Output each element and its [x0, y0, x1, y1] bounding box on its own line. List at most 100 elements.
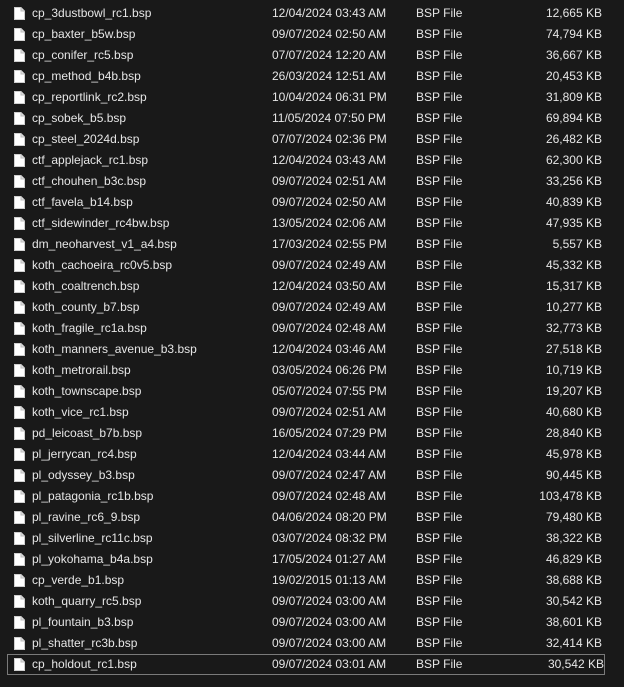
document-file-icon — [14, 7, 25, 20]
file-size: 30,542 KB — [545, 594, 602, 608]
file-size: 74,794 KB — [545, 27, 602, 41]
document-file-icon — [14, 70, 25, 83]
file-size: 40,680 KB — [545, 405, 602, 419]
file-type: BSP File — [416, 489, 463, 503]
file-type: BSP File — [416, 531, 463, 545]
document-file-icon — [14, 385, 25, 398]
file-row[interactable]: dm_neoharvest_v1_a4.bsp 17/03/2024 02:55… — [0, 234, 624, 255]
file-row[interactable]: cp_reportlink_rc2.bsp 10/04/2024 06:31 P… — [0, 87, 624, 108]
file-row[interactable]: cp_baxter_b5w.bsp 09/07/2024 02:50 AM BS… — [0, 24, 624, 45]
file-date-modified: 09/07/2024 02:51 AM — [272, 174, 387, 188]
file-type: BSP File — [416, 594, 463, 608]
file-name: pd_leicoast_b7b.bsp — [32, 426, 143, 440]
file-row[interactable]: koth_manners_avenue_b3.bsp 12/04/2024 03… — [0, 339, 624, 360]
file-type: BSP File — [416, 657, 463, 671]
file-row[interactable]: pl_patagonia_rc1b.bsp 09/07/2024 02:48 A… — [0, 486, 624, 507]
file-row[interactable]: cp_steel_2024d.bsp 07/07/2024 02:36 PM B… — [0, 129, 624, 150]
file-size: 30,542 KB — [547, 657, 604, 671]
file-row[interactable]: koth_vice_rc1.bsp 09/07/2024 02:51 AM BS… — [0, 402, 624, 423]
file-type: BSP File — [416, 636, 463, 650]
document-file-icon — [14, 511, 25, 524]
file-type: BSP File — [416, 552, 463, 566]
file-row[interactable]: cp_conifer_rc5.bsp 07/07/2024 12:20 AM B… — [0, 45, 624, 66]
file-name: koth_vice_rc1.bsp — [32, 405, 129, 419]
file-size: 33,256 KB — [545, 174, 602, 188]
file-date-modified: 11/05/2024 07:50 PM — [272, 111, 386, 125]
file-row[interactable]: cp_holdout_rc1.bsp 09/07/2024 03:01 AM B… — [7, 654, 605, 675]
file-type: BSP File — [416, 27, 463, 41]
file-type: BSP File — [416, 468, 463, 482]
file-name: ctf_sidewinder_rc4bw.bsp — [32, 216, 170, 230]
file-row[interactable]: koth_cachoeira_rc0v5.bsp 09/07/2024 02:4… — [0, 255, 624, 276]
file-name: cp_reportlink_rc2.bsp — [32, 90, 147, 104]
file-row[interactable]: ctf_favela_b14.bsp 09/07/2024 02:50 AM B… — [0, 192, 624, 213]
file-size: 20,453 KB — [545, 69, 602, 83]
file-row[interactable]: koth_quarry_rc5.bsp 09/07/2024 03:00 AM … — [0, 591, 624, 612]
file-row[interactable]: pl_jerrycan_rc4.bsp 12/04/2024 03:44 AM … — [0, 444, 624, 465]
file-type: BSP File — [416, 615, 463, 629]
document-file-icon — [14, 490, 25, 503]
file-size: 79,480 KB — [545, 510, 602, 524]
file-row[interactable]: koth_county_b7.bsp 09/07/2024 02:49 AM B… — [0, 297, 624, 318]
file-type: BSP File — [416, 90, 463, 104]
document-file-icon — [14, 574, 25, 587]
file-type: BSP File — [416, 342, 463, 356]
file-size: 32,773 KB — [545, 321, 602, 335]
file-row[interactable]: koth_fragile_rc1a.bsp 09/07/2024 02:48 A… — [0, 318, 624, 339]
file-date-modified: 03/07/2024 08:32 PM — [272, 531, 387, 545]
file-type: BSP File — [416, 195, 463, 209]
file-row[interactable]: cp_sobek_b5.bsp 11/05/2024 07:50 PM BSP … — [0, 108, 624, 129]
file-type: BSP File — [416, 48, 463, 62]
file-row[interactable]: pl_yokohama_b4a.bsp 17/05/2024 01:27 AM … — [0, 549, 624, 570]
file-row[interactable]: ctf_chouhen_b3c.bsp 09/07/2024 02:51 AM … — [0, 171, 624, 192]
file-type: BSP File — [416, 111, 463, 125]
document-file-icon — [14, 112, 25, 125]
file-name: pl_shatter_rc3b.bsp — [32, 636, 138, 650]
file-row[interactable]: cp_verde_b1.bsp 19/02/2015 01:13 AM BSP … — [0, 570, 624, 591]
document-file-icon — [14, 259, 25, 272]
file-row[interactable]: pl_ravine_rc6_9.bsp 04/06/2024 08:20 PM … — [0, 507, 624, 528]
file-name: koth_coaltrench.bsp — [32, 279, 140, 293]
file-row[interactable]: koth_townscape.bsp 05/07/2024 07:55 PM B… — [0, 381, 624, 402]
file-row[interactable]: pl_fountain_b3.bsp 09/07/2024 03:00 AM B… — [0, 612, 624, 633]
file-date-modified: 03/05/2024 06:26 PM — [272, 363, 387, 377]
file-name: koth_cachoeira_rc0v5.bsp — [32, 258, 173, 272]
document-file-icon — [14, 28, 25, 41]
file-date-modified: 17/03/2024 02:55 PM — [272, 237, 387, 251]
file-row[interactable]: ctf_sidewinder_rc4bw.bsp 13/05/2024 02:0… — [0, 213, 624, 234]
file-row[interactable]: cp_method_b4b.bsp 26/03/2024 12:51 AM BS… — [0, 66, 624, 87]
file-size: 19,207 KB — [545, 384, 602, 398]
file-name: dm_neoharvest_v1_a4.bsp — [32, 237, 177, 251]
file-size: 62,300 KB — [545, 153, 602, 167]
document-file-icon — [14, 532, 25, 545]
file-row[interactable]: ctf_applejack_rc1.bsp 12/04/2024 03:43 A… — [0, 150, 624, 171]
file-type: BSP File — [416, 6, 463, 20]
file-row[interactable]: pl_silverline_rc11c.bsp 03/07/2024 08:32… — [0, 528, 624, 549]
file-type: BSP File — [416, 153, 463, 167]
file-date-modified: 12/04/2024 03:43 AM — [272, 6, 387, 20]
document-file-icon — [14, 658, 25, 671]
file-row[interactable]: koth_coaltrench.bsp 12/04/2024 03:50 AM … — [0, 276, 624, 297]
file-name: ctf_favela_b14.bsp — [32, 195, 133, 209]
file-size: 27,518 KB — [545, 342, 602, 356]
file-date-modified: 09/07/2024 02:48 AM — [272, 489, 387, 503]
file-size: 31,809 KB — [545, 90, 602, 104]
file-name: koth_metrorail.bsp — [32, 363, 131, 377]
document-file-icon — [14, 322, 25, 335]
file-date-modified: 09/07/2024 02:50 AM — [272, 27, 387, 41]
file-date-modified: 05/07/2024 07:55 PM — [272, 384, 387, 398]
file-row[interactable]: pd_leicoast_b7b.bsp 16/05/2024 07:29 PM … — [0, 423, 624, 444]
document-file-icon — [14, 364, 25, 377]
file-date-modified: 19/02/2015 01:13 AM — [272, 573, 387, 587]
file-date-modified: 09/07/2024 02:50 AM — [272, 195, 387, 209]
file-row[interactable]: cp_3dustbowl_rc1.bsp 12/04/2024 03:43 AM… — [0, 3, 624, 24]
file-name: cp_method_b4b.bsp — [32, 69, 141, 83]
file-row[interactable]: pl_shatter_rc3b.bsp 09/07/2024 03:00 AM … — [0, 633, 624, 654]
file-date-modified: 17/05/2024 01:27 AM — [272, 552, 387, 566]
file-row[interactable]: koth_metrorail.bsp 03/05/2024 06:26 PM B… — [0, 360, 624, 381]
document-file-icon — [14, 91, 25, 104]
file-size: 26,482 KB — [545, 132, 602, 146]
file-name: pl_yokohama_b4a.bsp — [32, 552, 153, 566]
file-size: 32,414 KB — [545, 636, 602, 650]
file-row[interactable]: pl_odyssey_b3.bsp 09/07/2024 02:47 AM BS… — [0, 465, 624, 486]
